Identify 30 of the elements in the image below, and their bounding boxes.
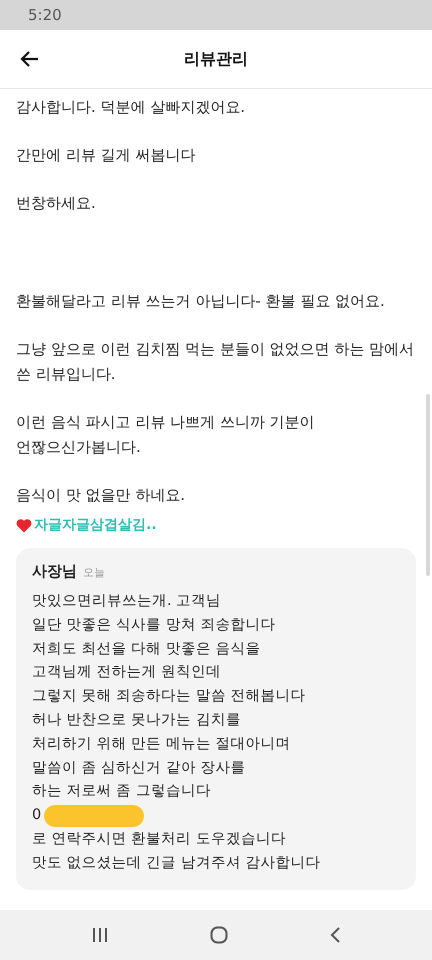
reply-text: 허나 반찬으로 못나가는 김치를 bbox=[32, 710, 242, 730]
reply-text: 말씀이 좀 심하신거 같아 장사를 bbox=[32, 758, 246, 778]
reply-text: 맛있으면리뷰쓰는개. 고객님 bbox=[32, 592, 222, 611]
reply-text: 일단 맛좋은 식사를 망쳐 죄송합니다 bbox=[32, 616, 276, 635]
reply-text: 그렇지 못해 죄송하다는 말씀 전해봅니다 bbox=[32, 687, 306, 706]
review-text: 언짢으신가봅니다. bbox=[16, 437, 142, 458]
reply-text: 0 bbox=[32, 806, 42, 826]
reply-text: 저희도 최선을 다해 맛좋은 음식을 bbox=[32, 640, 262, 659]
review-text: 환불해달라고 리뷰 쓰는거 아닙니다- 환불 필요 없어요. bbox=[16, 291, 386, 312]
review-text: 이런 음식 파시고 리뷰 나쁘게 쓰니까 기분이 bbox=[16, 412, 316, 433]
review-text: 간만에 리뷰 길게 써봅니다 bbox=[16, 145, 196, 166]
review-text: 번창하세요. bbox=[16, 193, 97, 214]
heart-icon bbox=[16, 518, 32, 532]
review-text: 감사합니다. 덕분에 살빠지겠어요. bbox=[16, 97, 246, 118]
reply-text: 처리하기 위해 만든 메뉴는 절대아니며 bbox=[32, 734, 292, 754]
home-icon[interactable] bbox=[210, 926, 228, 944]
reviewer-name: 자글자글삼겹살김.. bbox=[34, 516, 157, 534]
review-text: 음식이 맛 없을만 하네요. bbox=[16, 485, 186, 506]
review-text: 그냥 앞으로 이런 김치찜 먹는 분들이 없었으면 하는 맘에서 bbox=[16, 339, 416, 360]
reply-text: 고객님께 전하는게 원칙인데 bbox=[32, 663, 222, 682]
reply-date: 오늘 bbox=[83, 565, 105, 580]
page-title: 리뷰관리 bbox=[184, 48, 248, 70]
recent-apps-icon[interactable] bbox=[90, 927, 109, 943]
reply-author: 사장님 bbox=[32, 562, 77, 581]
reply-text: 맛도 없으셨는데 긴글 남겨주셔 감사합니다 bbox=[32, 854, 322, 873]
clock-time: 5:20 bbox=[28, 6, 62, 24]
reply-text: 하는 저로써 좀 그렇습니다 bbox=[32, 782, 212, 802]
reply-text: 로 연락주시면 환불처리 도우겠습니다 bbox=[32, 830, 287, 849]
back-icon[interactable] bbox=[329, 926, 342, 944]
review-text: 쓴 리뷰입니다. bbox=[16, 364, 117, 385]
